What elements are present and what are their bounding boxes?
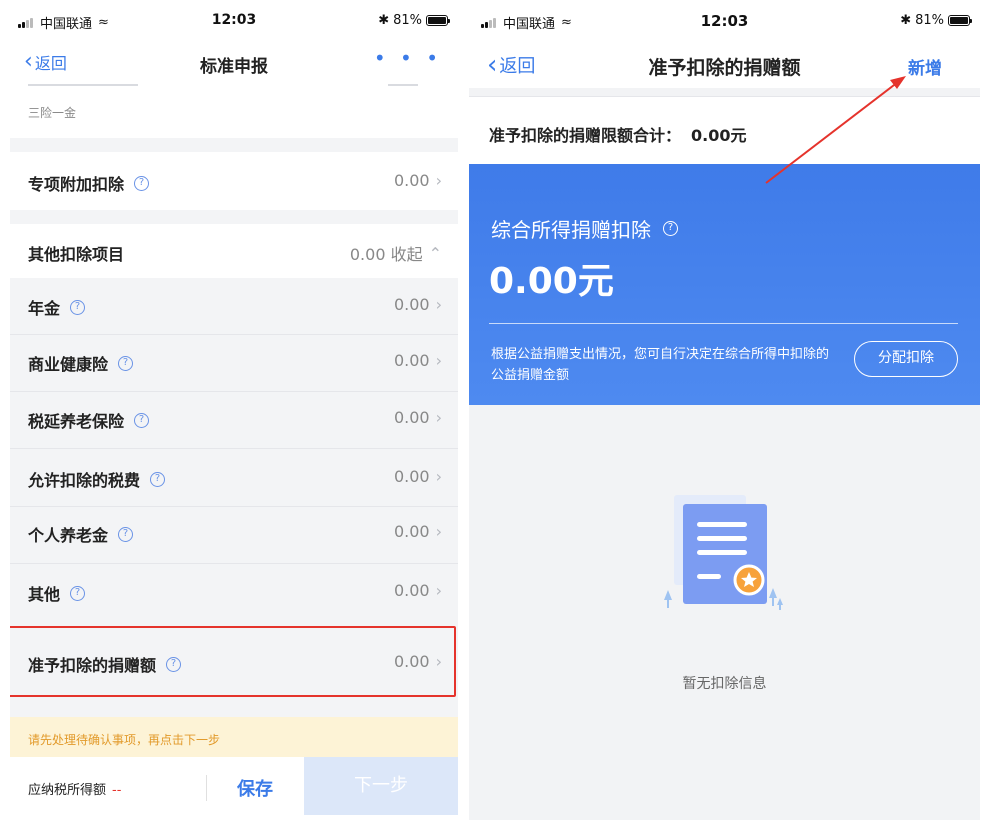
row-value: 0.00	[393, 581, 430, 600]
partial-sub-label: 三险一金	[28, 106, 77, 120]
chevron-right-icon: ›	[435, 171, 442, 190]
partial-row: 三险一金	[10, 84, 458, 138]
row-other[interactable]: 其他 ? 0.00 ›	[10, 564, 458, 621]
divider	[489, 323, 958, 324]
row-value: 0.00	[393, 652, 430, 671]
chevron-right-icon: ›	[435, 522, 442, 541]
status-bar: 中国联通 ≈ 12:03 ✱ 81%	[10, 0, 458, 40]
left-screen: 中国联通 ≈ 12:03 ✱ 81% ‹ 返回 标准申报 • • • 三险一金 …	[10, 0, 458, 820]
help-icon[interactable]: ?	[134, 412, 150, 428]
more-button[interactable]: • • •	[374, 46, 442, 70]
row-value: 0.00	[393, 522, 430, 541]
card-heading: 综合所得捐赠扣除	[491, 218, 651, 242]
battery-percent: 81%	[393, 13, 422, 28]
help-icon[interactable]: ?	[134, 175, 150, 191]
save-button[interactable]: 保存	[206, 775, 304, 801]
help-icon[interactable]: ?	[70, 585, 86, 601]
document-star-icon	[664, 495, 783, 610]
help-icon[interactable]: ?	[118, 355, 134, 371]
row-label: 其他	[28, 585, 61, 604]
bluetooth-icon: ✱	[378, 13, 390, 28]
row-annuity[interactable]: 年金 ? 0.00 ›	[10, 278, 458, 335]
row-tax-deferred-pension[interactable]: 税延养老保险 ? 0.00 ›	[10, 392, 458, 449]
row-value: 0.00	[393, 408, 430, 427]
limit-value: 0.00元	[691, 126, 747, 145]
donation-limit-row: 准予扣除的捐赠限额合计： 0.00元	[469, 96, 980, 164]
chevron-right-icon: ›	[435, 652, 442, 671]
row-label: 税延养老保险	[28, 412, 125, 431]
battery-icon	[426, 15, 450, 26]
row-label: 准予扣除的捐赠额	[28, 656, 157, 675]
chevron-right-icon: ›	[435, 351, 442, 370]
row-value: 0.00	[393, 351, 430, 370]
row-label: 其他扣除项目	[28, 245, 125, 264]
chevron-right-icon: ›	[435, 295, 442, 314]
tax-value: --	[112, 783, 122, 798]
row-donation-deduction[interactable]: 准予扣除的捐赠额 ? 0.00 ›	[10, 629, 458, 695]
row-value: 0.00	[393, 295, 430, 314]
chevron-right-icon: ›	[435, 581, 442, 600]
battery-percent: 81%	[915, 13, 944, 28]
empty-state-text: 暂无扣除信息	[682, 676, 767, 692]
chevron-right-icon: ›	[435, 467, 442, 486]
status-bar: 中国联通 ≈ 12:03 ✱ 81%	[469, 0, 980, 40]
row-value: 0.00	[393, 467, 430, 486]
limit-label: 准予扣除的捐赠限额合计：	[489, 126, 682, 145]
next-step-button[interactable]: 下一步	[304, 757, 458, 815]
help-icon[interactable]: ?	[663, 221, 678, 236]
collapse-toggle[interactable]: 0.00 收起	[350, 241, 423, 265]
bluetooth-icon: ✱	[900, 13, 912, 28]
add-button[interactable]: 新增	[908, 54, 942, 79]
card-amount: 0.00元	[489, 261, 614, 302]
row-value: 0.00	[393, 171, 430, 190]
notice-banner: 请先处理待确认事项，再点击下一步	[10, 717, 458, 757]
help-icon[interactable]: ?	[118, 526, 134, 542]
help-icon[interactable]: ?	[150, 471, 166, 487]
right-screen: 中国联通 ≈ 12:03 ✱ 81% ‹ 返回 准予扣除的捐赠额 新增 准予扣除…	[469, 0, 980, 820]
row-allowed-tax-fees[interactable]: 允许扣除的税费 ? 0.00 ›	[10, 449, 458, 507]
summary-card: 综合所得捐赠扣除 ? 0.00元 根据公益捐赠支出情况，您可自行决定在综合所得中…	[469, 164, 980, 405]
row-special-deduction[interactable]: 专项附加扣除 ? 0.00 ›	[10, 152, 458, 210]
tax-label: 应纳税所得额	[28, 783, 107, 798]
row-label: 个人养老金	[28, 526, 109, 545]
row-other-header[interactable]: 其他扣除项目 0.00 收起 ⌃	[10, 224, 458, 278]
row-personal-pension[interactable]: 个人养老金 ? 0.00 ›	[10, 507, 458, 564]
nav-bar: ‹ 返回 准予扣除的捐赠额 新增	[469, 40, 980, 88]
help-icon[interactable]: ?	[166, 656, 182, 672]
row-label: 专项附加扣除	[28, 175, 125, 194]
battery-icon	[948, 15, 972, 26]
chevron-right-icon: ›	[435, 408, 442, 427]
row-label: 年金	[28, 299, 61, 318]
row-label: 商业健康险	[28, 355, 109, 374]
nav-bar: ‹ 返回 标准申报 • • •	[10, 40, 458, 88]
help-icon[interactable]: ?	[70, 299, 86, 315]
allocate-deduction-button[interactable]: 分配扣除	[854, 341, 958, 377]
row-health-insurance[interactable]: 商业健康险 ? 0.00 ›	[10, 335, 458, 392]
bottom-bar: 应纳税所得额 -- 保存 下一步	[10, 757, 458, 820]
card-description: 根据公益捐赠支出情况，您可自行决定在综合所得中扣除的公益捐赠金额	[491, 347, 830, 383]
chevron-up-icon: ⌃	[428, 243, 442, 263]
page-title: 准予扣除的捐赠额	[648, 57, 801, 79]
row-label: 允许扣除的税费	[28, 471, 141, 490]
